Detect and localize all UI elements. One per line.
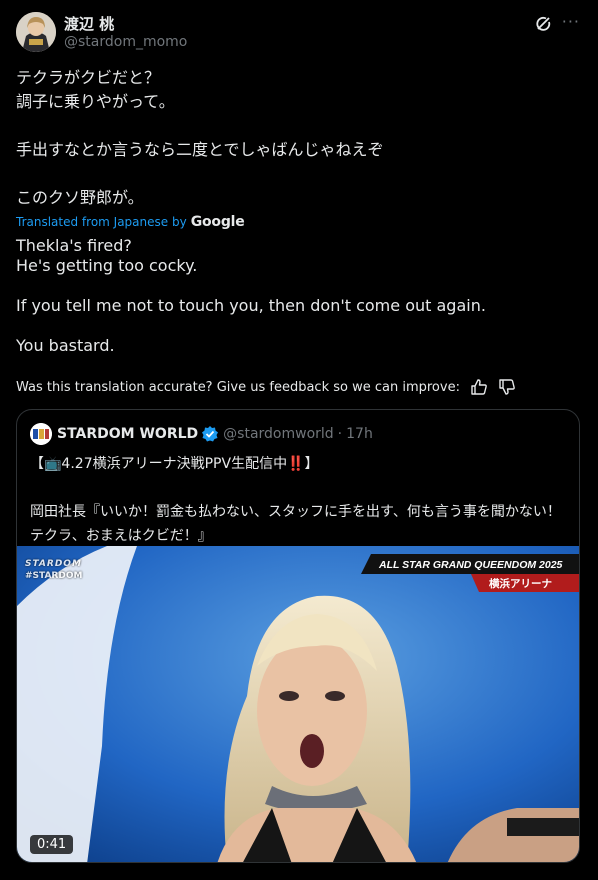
more-options-icon[interactable]: ··· — [562, 12, 580, 31]
quoted-author-avatar — [30, 423, 52, 445]
quoted-tweet[interactable]: STARDOM WORLD @stardomworld · 17h 【📺4.27… — [16, 409, 580, 863]
thumbs-up-icon[interactable] — [470, 378, 488, 396]
banner-title: ALL STAR GRAND QUEENDOM 2025 — [378, 559, 563, 571]
text-line: 岡田社長『いいか！罰金も払わない、スタッフに手を出す、何も言う事を聞かない！テク… — [30, 504, 561, 544]
banner-venue: 横浜アリーナ — [489, 577, 552, 590]
text-line: テクラがクビだと？ — [16, 68, 161, 87]
tweet-header: 渡辺 桃 @stardom_momo ··· — [16, 12, 582, 52]
quoted-tweet-header: STARDOM WORLD @stardomworld · 17h — [30, 423, 373, 445]
text-line: Thekla's fired? — [16, 236, 132, 255]
text-line-empty — [30, 476, 566, 500]
text-line: 【📺4.27横浜アリーナ決戦PPV生配信中‼️】 — [30, 456, 319, 472]
quoted-author-handle: @stardomworld — [223, 426, 334, 442]
video-duration: 0:41 — [30, 835, 74, 854]
author-handle[interactable]: @stardom_momo — [64, 34, 187, 50]
thumbs-down-icon[interactable] — [498, 378, 516, 396]
quoted-tweet-text: 【📺4.27横浜アリーナ決戦PPV生配信中‼️】 岡田社長『いいか！罰金も払わな… — [30, 452, 566, 548]
tweet-original-text: テクラがクビだと？ 調子に乗りやがって。 手出すなとか言うなら二度とでしゃばんじ… — [16, 66, 576, 210]
stardom-watermark: STARDOM #STARDOM — [25, 559, 83, 581]
text-line: If you tell me not to touch you, then do… — [16, 296, 486, 315]
text-line: He's getting too cocky. — [16, 256, 198, 275]
translation-attribution: Translated from Japanese by Google — [16, 214, 245, 230]
feedback-text: Was this translation accurate? Give us f… — [16, 379, 460, 395]
text-line: 手出すなとか言うなら二度とでしゃばんじゃねえぞ — [16, 140, 384, 159]
tweet-translated-text: Thekla's fired? He's getting too cocky. … — [16, 236, 576, 356]
quoted-timestamp: 17h — [346, 426, 373, 442]
translated-from-label[interactable]: Translated from Japanese by — [16, 215, 187, 229]
separator-dot: · — [337, 426, 343, 442]
author-avatar[interactable] — [16, 12, 56, 52]
quoted-author-name: STARDOM WORLD — [57, 426, 199, 442]
text-line: このクソ野郎が。 — [16, 188, 144, 207]
text-line: 調子に乗りやがって。 — [16, 92, 175, 111]
author-name[interactable]: 渡辺 桃 — [64, 13, 114, 34]
verified-badge-icon — [202, 426, 219, 442]
translation-feedback: Was this translation accurate? Give us f… — [16, 378, 516, 396]
grok-icon[interactable] — [534, 14, 554, 34]
google-logo: Google — [190, 214, 245, 230]
text-line: You bastard. — [16, 336, 115, 355]
event-banner: ALL STAR GRAND QUEENDOM 2025 横浜アリーナ — [361, 554, 579, 592]
video-player[interactable]: STARDOM #STARDOM ALL STAR GRAND QUEENDOM… — [17, 546, 579, 862]
watermark-tag: #STARDOM — [25, 571, 83, 581]
